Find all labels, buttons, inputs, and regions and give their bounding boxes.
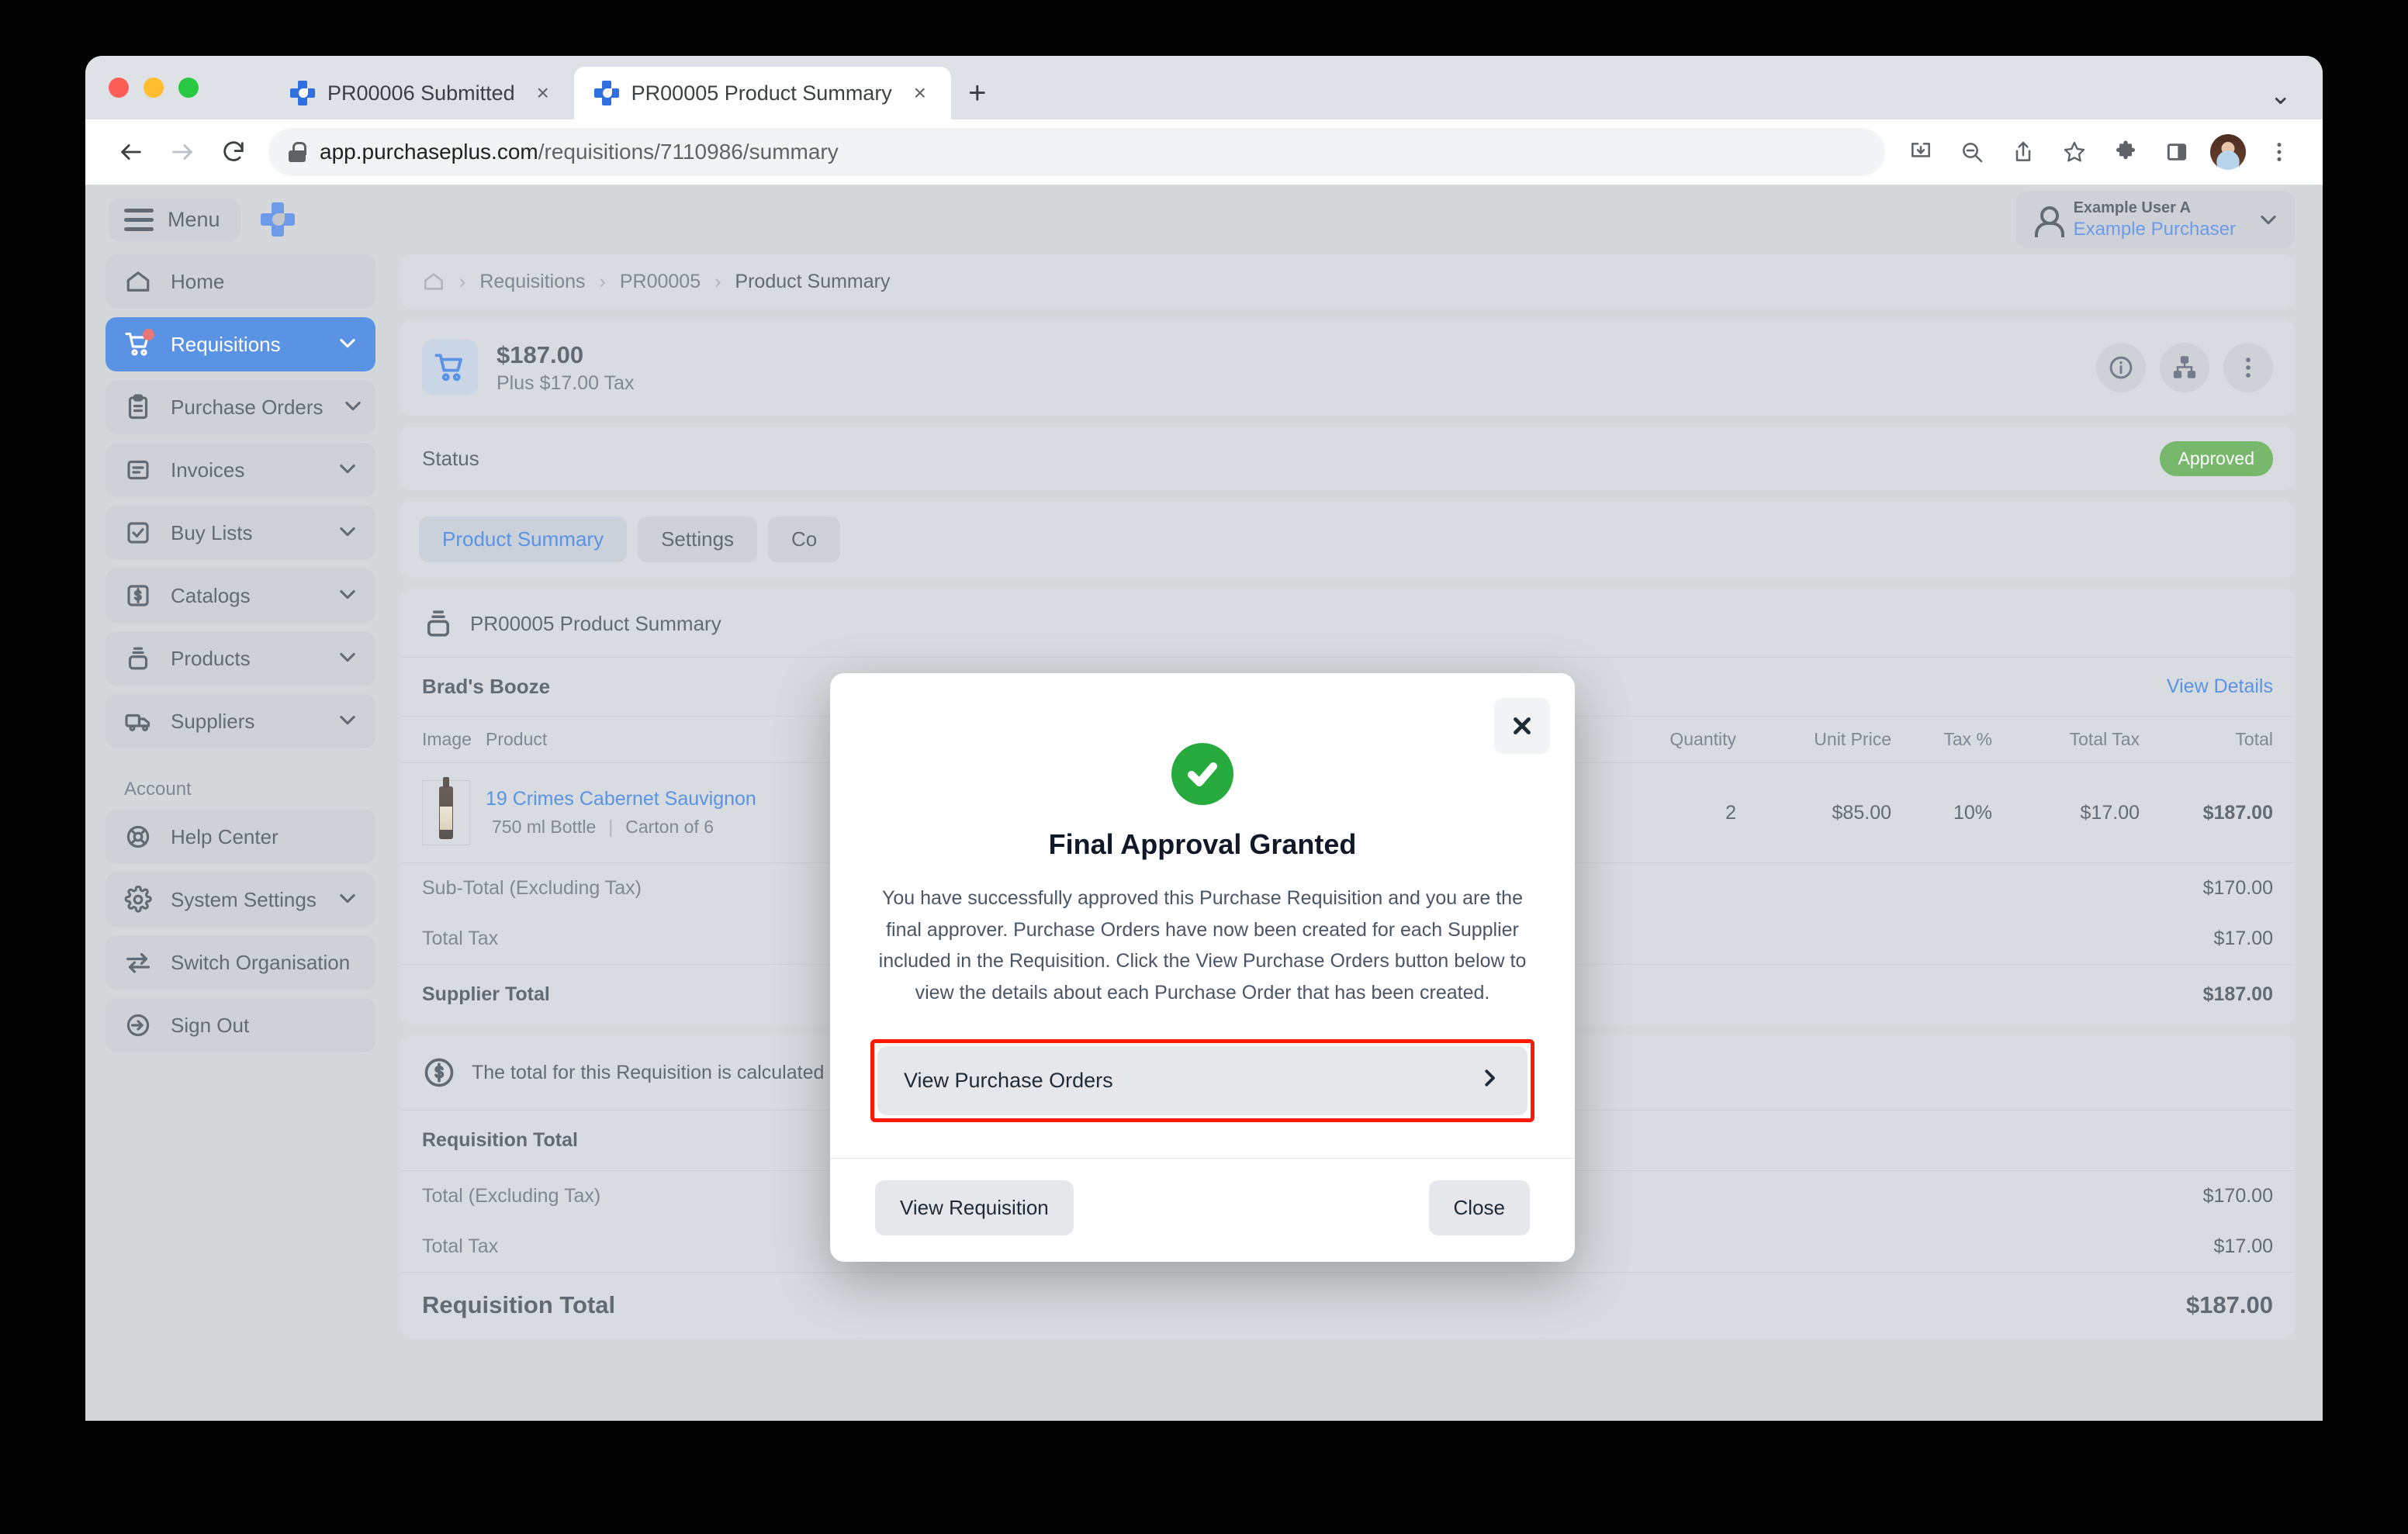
browser-toolbar: app.purchaseplus.com/requisitions/711098…: [85, 119, 2323, 185]
share-icon[interactable]: [2001, 130, 2045, 174]
chevron-right-icon: [1478, 1066, 1501, 1095]
install-icon[interactable]: [1899, 130, 1943, 174]
minimize-window-button[interactable]: [144, 78, 164, 98]
browser-tabstrip: PR00006 Submitted × PR00005 Product Summ…: [85, 56, 2323, 119]
modal-body-text: You have successfully approved this Purc…: [878, 887, 1527, 1004]
browser-tab-2-close-icon[interactable]: ×: [905, 82, 936, 104]
forward-button[interactable]: [158, 128, 206, 176]
browser-tab-2-title: PR00005 Product Summary: [631, 81, 892, 105]
profile-avatar[interactable]: [2206, 130, 2250, 174]
address-bar[interactable]: app.purchaseplus.com/requisitions/711098…: [268, 128, 1885, 176]
browser-tab-1-close-icon[interactable]: ×: [528, 82, 559, 104]
view-purchase-orders-label: View Purchase Orders: [904, 1069, 1113, 1092]
view-requisition-button[interactable]: View Requisition: [875, 1180, 1074, 1235]
browser-tab-1-title: PR00006 Submitted: [327, 81, 515, 105]
toolbar-icons: [1899, 130, 2301, 174]
url-path: /requisitions/7110986/summary: [538, 140, 839, 164]
new-tab-button[interactable]: +: [951, 67, 1004, 119]
tab-list-chevron-down-icon[interactable]: ⌄: [2270, 82, 2292, 109]
modal-footer: View Requisition Close: [830, 1158, 1575, 1262]
modal-title: Final Approval Granted: [1048, 828, 1357, 860]
chrome-menu-icon[interactable]: [2258, 130, 2301, 174]
favicon-icon: [290, 81, 315, 105]
lock-icon: [289, 142, 306, 162]
address-bar-url: app.purchaseplus.com/requisitions/711098…: [320, 140, 839, 164]
back-button[interactable]: [107, 128, 155, 176]
page-content: Menu Example User A Example Purchaser Ho…: [85, 185, 2323, 1421]
view-purchase-orders-button[interactable]: View Purchase Orders: [877, 1046, 1527, 1115]
modal-close-button[interactable]: [1494, 698, 1550, 754]
check-circle-icon: [1171, 743, 1233, 805]
close-window-button[interactable]: [109, 78, 129, 98]
browser-window: PR00006 Submitted × PR00005 Product Summ…: [85, 56, 2323, 1421]
bookmark-star-icon[interactable]: [2053, 130, 2096, 174]
side-panel-icon[interactable]: [2155, 130, 2199, 174]
maximize-window-button[interactable]: [178, 78, 199, 98]
window-traffic-lights: [109, 78, 199, 98]
favicon-icon: [593, 81, 619, 105]
reload-button[interactable]: [209, 128, 258, 176]
zoom-out-icon[interactable]: [1950, 130, 1994, 174]
extensions-puzzle-icon[interactable]: [2104, 130, 2147, 174]
avatar: [2210, 134, 2246, 170]
close-button[interactable]: Close: [1428, 1180, 1530, 1235]
browser-tab-1[interactable]: PR00006 Submitted ×: [270, 67, 574, 119]
final-approval-modal: Final Approval Granted You have successf…: [830, 673, 1575, 1262]
browser-tab-2[interactable]: PR00005 Product Summary ×: [573, 67, 951, 119]
highlight-box: View Purchase Orders: [870, 1039, 1534, 1122]
url-host: app.purchaseplus.com: [320, 140, 538, 164]
